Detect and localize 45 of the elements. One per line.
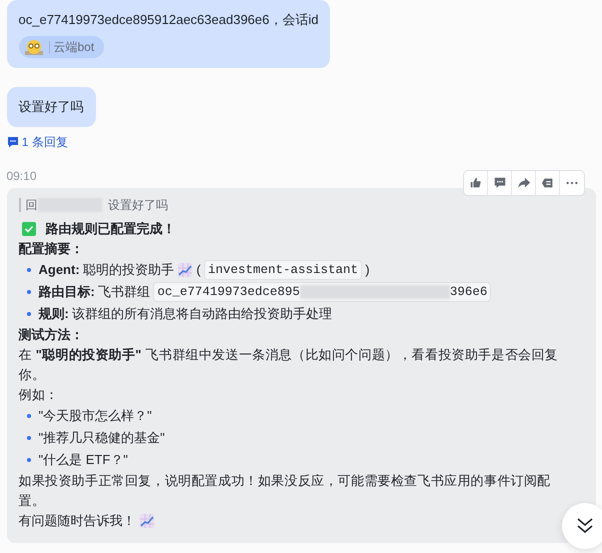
code-text: oc_e77419973edce895 [157, 284, 300, 301]
quote-icon [540, 176, 554, 190]
message-text: 有问题随时告诉我！ [18, 512, 136, 530]
message-text: "什么是 ETF？" [38, 450, 128, 469]
message-paragraph: 例如： [18, 386, 60, 404]
message-text: 设置好了吗 [18, 98, 84, 116]
message-time: 09:10 [6, 168, 37, 185]
message-text: "推荐几只稳健的基金" [38, 428, 165, 447]
replies-link[interactable]: 1 条回复 [6, 133, 68, 151]
like-icon [468, 176, 482, 190]
message-text: oc_e77419973edce895912aec63ead396e6，会话id [18, 11, 318, 29]
check-icon [22, 222, 36, 236]
quote-text: 设置好了吗 [108, 198, 168, 212]
message-paragraph: 在 "聪明的投资助手" 飞书群组中发送一条消息（比如问个问题），看看投资助手是否会回复你。 [18, 346, 558, 384]
field-label: 规则: [38, 304, 69, 323]
comment-icon [6, 136, 18, 148]
bullet-dot [26, 268, 30, 272]
message-text: 聪明的投资助手 [82, 260, 174, 279]
message-text: 飞书群组 [98, 282, 150, 301]
code-text: 396e6 [450, 284, 488, 301]
message-text: 该群组的所有消息将自动路由给投资助手处理 [72, 304, 332, 323]
field-label: 路由目标: [38, 282, 95, 301]
heading-text: 路由规则已配置完成！ [46, 220, 176, 238]
bullet-dot [26, 414, 30, 418]
message-text: ( [196, 260, 201, 279]
code-text: investment-assistant [208, 262, 358, 279]
chart-emoji-icon [138, 512, 155, 529]
quote-prefix: 回 [26, 198, 38, 212]
section-label: 配置摘要： [18, 240, 84, 258]
message-text: ) [365, 260, 370, 279]
bot-avatar-icon [22, 38, 44, 56]
field-label: Agent: [38, 260, 80, 279]
bullet-dot [26, 458, 30, 462]
chart-emoji-icon [177, 262, 194, 278]
double-chevron-down-icon [575, 516, 595, 536]
bullet-dot [26, 312, 30, 316]
message-text: "今天股市怎么样？" [38, 406, 152, 425]
message-paragraph: 如果投资助手正常回复，说明配置成功！如果没反应，可能需要检查飞书应用的事件订阅配置。 [18, 472, 552, 510]
scroll-down-button[interactable] [562, 503, 602, 549]
section-label: 测试方法： [18, 326, 84, 344]
bullet-dot [26, 436, 30, 440]
comment-icon [492, 176, 506, 190]
tag-label: 云端bot [54, 39, 94, 56]
forward-icon [516, 176, 530, 190]
bullet-dot [26, 290, 30, 294]
